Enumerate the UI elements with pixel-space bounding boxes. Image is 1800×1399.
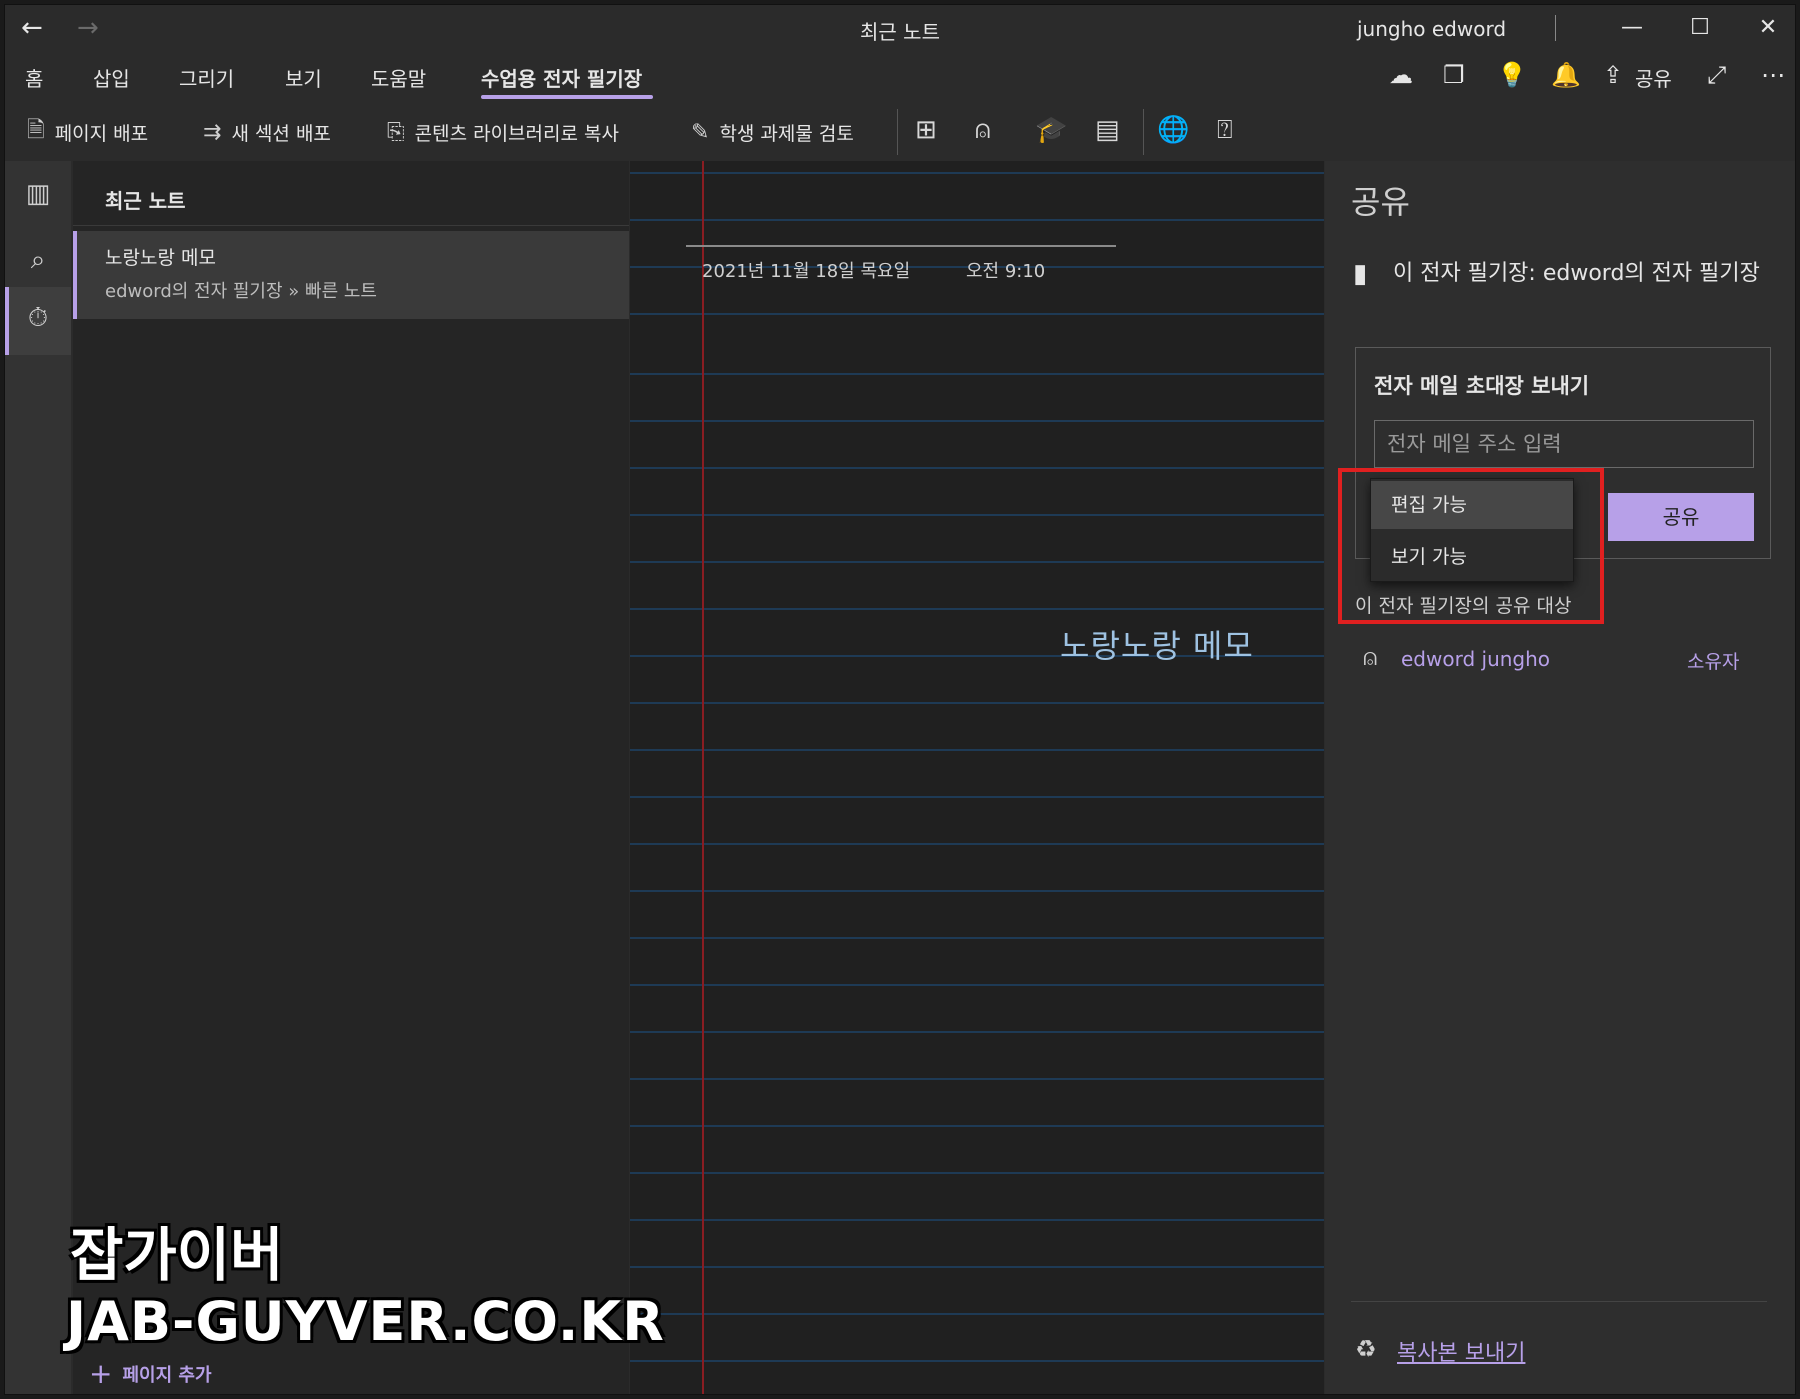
sync-icon[interactable]: ☁	[1389, 61, 1413, 89]
plus-icon: +	[89, 1357, 113, 1390]
tab-home[interactable]: 홈	[25, 63, 43, 92]
tab-class-notebook[interactable]: 수업용 전자 필기장	[481, 63, 642, 92]
distribute-section-button[interactable]: ⇉ 새 섹션 배포	[203, 115, 331, 149]
tab-insert[interactable]: 삽입	[93, 63, 130, 92]
toolbar-separator	[897, 109, 898, 155]
page-time: 오전 9:10	[966, 261, 1046, 282]
person-icon[interactable]: ⍝	[975, 115, 991, 146]
page-title-line	[686, 245, 1116, 247]
toolbar-separator-2	[1143, 109, 1144, 155]
copy-library-button[interactable]: ⎘ 콘텐츠 라이브러리로 복사	[387, 115, 619, 149]
notebook-icon[interactable]: ▤	[1095, 115, 1120, 145]
list-item[interactable]: 노랑노랑 메모 edword의 전자 필기장 » 빠른 노트	[73, 231, 629, 319]
title-bar: ← → 최근 노트 jungho edword — ☐ ✕	[5, 5, 1795, 51]
watermark-url: JAB-GUYVER.CO.KR	[66, 1290, 665, 1353]
shared-user-name[interactable]: edword jungho	[1401, 647, 1550, 671]
share-divider	[1351, 1301, 1767, 1302]
onenote-window: ← → 최근 노트 jungho edword — ☐ ✕ 홈 삽입 그리기 보…	[4, 4, 1796, 1395]
invite-title: 전자 메일 초대장 보내기	[1374, 374, 1590, 398]
review-assignments-label: 학생 과제물 검토	[719, 122, 854, 145]
feedback-icon[interactable]: ⍰	[1217, 115, 1233, 146]
notebook-icon: ▮	[1353, 259, 1368, 289]
add-page-icon[interactable]: ⊞	[915, 115, 937, 145]
add-page-button[interactable]: + 페이지 추가	[89, 1357, 212, 1390]
share-icon[interactable]: ⇪	[1603, 61, 1623, 89]
fullscreen-icon[interactable]: ⤢	[1707, 61, 1726, 89]
copy-library-label: 콘텐츠 라이브러리로 복사	[414, 122, 619, 145]
tab-view[interactable]: 보기	[285, 63, 322, 92]
permission-dropdown[interactable]: 편집 가능 보기 가능	[1370, 478, 1574, 582]
panel-title: 최근 노트	[105, 189, 186, 213]
user-icon: ⍝	[1363, 643, 1378, 671]
recycle-icon: ♻	[1355, 1335, 1377, 1363]
more-icon[interactable]: ⋯	[1761, 61, 1785, 89]
list-item-title: 노랑노랑 메모	[105, 247, 216, 269]
globe-icon[interactable]: 🌐	[1157, 115, 1189, 145]
maximize-icon[interactable]: ☐	[1675, 11, 1725, 45]
panel-divider	[73, 225, 629, 226]
active-tab-indicator	[481, 95, 653, 99]
ribbon-toolbar: 🗎 페이지 배포 ⇉ 새 섹션 배포 ⎘ 콘텐츠 라이브러리로 복사 ✎ 학생 …	[5, 105, 1795, 159]
send-copy-link[interactable]: 복사본 보내기	[1397, 1335, 1525, 1367]
lightbulb-icon[interactable]: 💡	[1497, 61, 1527, 89]
user-role[interactable]: 소유자	[1687, 647, 1739, 674]
margin-line	[702, 161, 704, 1394]
list-item-subtitle: edword의 전자 필기장 » 빠른 노트	[105, 281, 377, 302]
window-title: 최근 노트	[860, 20, 940, 44]
distribute-page-label: 페이지 배포	[54, 122, 149, 145]
minimize-icon[interactable]: —	[1607, 11, 1657, 45]
page-date: 2021년 11월 18일 목요일	[702, 261, 911, 282]
notebooks-library-icon[interactable]: ▥	[5, 179, 71, 209]
section-distribute-icon: ⇉	[203, 119, 222, 145]
user-name[interactable]: jungho edword	[1357, 17, 1506, 41]
review-assignments-button[interactable]: ✎ 학생 과제물 검토	[691, 115, 854, 149]
share-panel: 공유 ▮ 이 전자 필기장: edword의 전자 필기장 전자 메일 초대장 …	[1325, 161, 1795, 1394]
share-button[interactable]: 공유	[1608, 493, 1754, 541]
permission-option-edit[interactable]: 편집 가능	[1371, 481, 1573, 529]
distribute-page-button[interactable]: 🗎 페이지 배포	[27, 115, 148, 149]
permission-option-view[interactable]: 보기 가능	[1371, 533, 1573, 581]
notebook-label: 이 전자 필기장: edword의 전자 필기장	[1393, 261, 1760, 286]
add-page-label: 페이지 추가	[122, 1364, 212, 1386]
note-canvas[interactable]: 2021년 11월 18일 목요일 오전 9:10 노랑노랑 메모	[630, 161, 1324, 1394]
share-tab-label[interactable]: 공유	[1635, 63, 1672, 92]
search-icon[interactable]: ⌕	[5, 245, 71, 276]
distribute-section-label: 새 섹션 배포	[231, 122, 331, 145]
tab-draw[interactable]: 그리기	[179, 63, 234, 92]
copy-icon: ⎘	[387, 119, 405, 145]
email-input[interactable]	[1374, 420, 1754, 468]
close-icon[interactable]: ✕	[1743, 11, 1793, 45]
shared-with-title: 이 전자 필기장의 공유 대상	[1355, 595, 1572, 617]
page-distribute-icon: 🗎	[27, 118, 45, 143]
graduation-cap-icon[interactable]: 🎓	[1035, 115, 1067, 145]
notebooks-icon[interactable]: ❐	[1443, 61, 1465, 89]
clock-icon[interactable]: ⏱	[5, 303, 71, 334]
review-icon: ✎	[691, 119, 710, 145]
titlebar-separator	[1555, 15, 1556, 41]
tab-help[interactable]: 도움말	[371, 63, 426, 92]
ribbon-tabs: 홈 삽입 그리기 보기 도움말 수업용 전자 필기장 ☁ ❐ 💡 🔔 ⇪ 공유 …	[5, 57, 1795, 103]
watermark-korean: 잡가이버	[70, 1221, 284, 1289]
note-text[interactable]: 노랑노랑 메모	[1060, 621, 1254, 667]
navigation-rail: ▥ ⌕ ⏱	[5, 161, 71, 1394]
share-panel-title: 공유	[1351, 183, 1410, 221]
bell-icon[interactable]: 🔔	[1551, 61, 1581, 89]
